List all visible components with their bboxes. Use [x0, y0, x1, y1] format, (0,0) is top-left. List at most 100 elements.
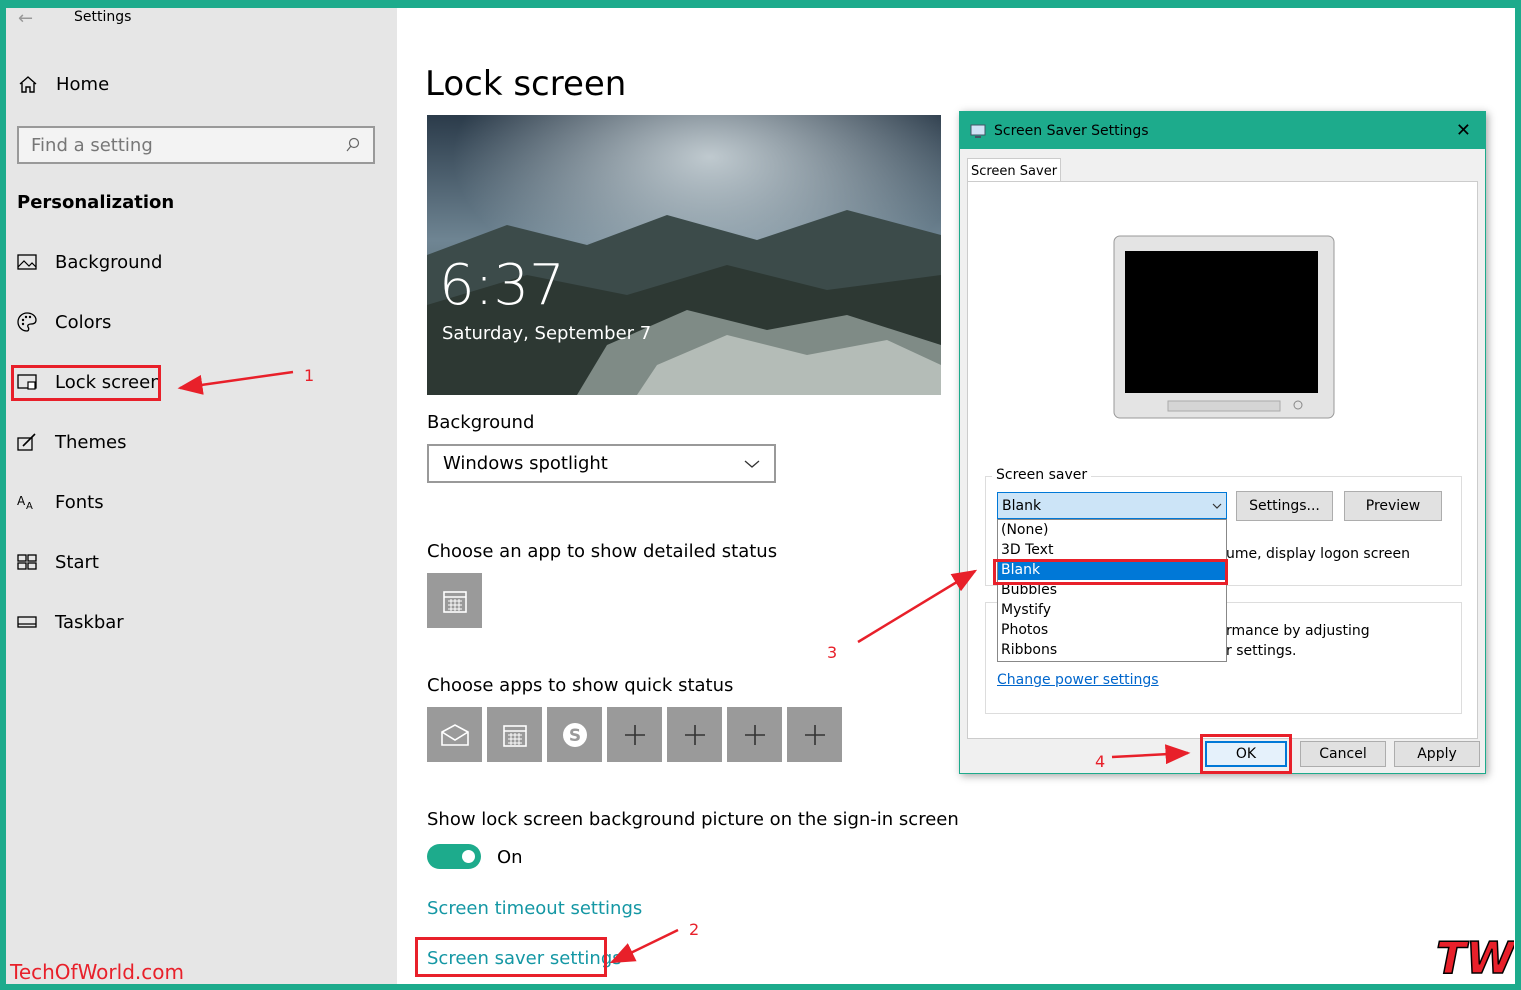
logo-text: TW: [1436, 933, 1514, 979]
plus-icon: [804, 724, 825, 745]
step-2-number: 2: [689, 920, 700, 939]
screen-saver-options-list: (None) 3D Text Blank Bubbles Mystify Pho…: [997, 519, 1227, 662]
preview-button[interactable]: Preview: [1344, 491, 1442, 521]
chevron-down-icon: [744, 460, 760, 468]
skype-icon: S: [562, 722, 587, 747]
screen-timeout-link[interactable]: Screen timeout settings: [427, 898, 642, 919]
sidebar-item-taskbar[interactable]: Taskbar: [17, 607, 124, 637]
search-box[interactable]: [17, 126, 375, 164]
quick-status-skype-tile[interactable]: S: [547, 707, 602, 762]
chevron-down-icon: [1212, 503, 1222, 509]
sidebar-item-start[interactable]: Start: [17, 547, 99, 577]
power-text-1: rmance by adjusting: [1226, 623, 1370, 639]
mail-icon: [440, 723, 469, 746]
sidebar-item-fonts[interactable]: AA Fonts: [17, 487, 104, 517]
screen-saver-selected-value: Blank: [1002, 497, 1042, 514]
screen-saver-app-icon: [970, 124, 986, 138]
svg-text:A: A: [26, 501, 33, 512]
preview-date: Saturday, September 7: [442, 323, 652, 344]
screen-saver-group-label: Screen saver: [992, 467, 1092, 483]
palette-icon: [17, 312, 37, 332]
search-input[interactable]: [31, 134, 345, 156]
taskbar-icon: [17, 616, 37, 628]
quick-status-add-tile[interactable]: [607, 707, 662, 762]
arrow-3: [857, 569, 978, 644]
option-none[interactable]: (None): [998, 520, 1226, 540]
svg-text:S: S: [568, 726, 580, 746]
start-icon: [17, 554, 37, 570]
section-title: Personalization: [17, 192, 175, 213]
tw-logo: TW: [1435, 933, 1514, 979]
sidebar-item-label: Taskbar: [55, 611, 124, 633]
lock-screen-preview: 6:37 Saturday, September 7: [427, 115, 941, 395]
quick-status-mail-tile[interactable]: [427, 707, 482, 762]
lock-screen-highlight-box: [11, 365, 161, 401]
plus-icon: [624, 724, 645, 745]
quick-status-label: Choose apps to show quick status: [427, 675, 734, 696]
blank-option-highlight-box: [993, 559, 1228, 585]
option-3d-text[interactable]: 3D Text: [998, 540, 1226, 560]
sidebar-item-colors[interactable]: Colors: [17, 307, 111, 337]
font-icon: AA: [17, 494, 33, 512]
brush-icon: [17, 433, 36, 451]
sidebar-item-label: Colors: [55, 311, 112, 333]
preview-time: 6:37: [439, 253, 565, 318]
sidebar-item-label: Background: [55, 251, 163, 273]
home-icon: [19, 75, 37, 93]
calendar-icon: [502, 724, 527, 747]
signin-background-toggle[interactable]: [427, 844, 481, 869]
calendar-icon: [442, 590, 467, 613]
quick-status-add-tile[interactable]: [667, 707, 722, 762]
sidebar-item-label: Themes: [55, 431, 127, 453]
quick-status-calendar-tile[interactable]: [487, 707, 542, 762]
page-title: Lock screen: [425, 64, 627, 104]
sidebar-item-background[interactable]: Background: [17, 247, 162, 277]
detailed-status-calendar-tile[interactable]: [427, 573, 482, 628]
dialog-titlebar[interactable]: Screen Saver Settings ✕: [960, 112, 1485, 149]
apply-button[interactable]: Apply: [1394, 741, 1480, 767]
toggle-knob: [462, 850, 475, 863]
screen-saver-select[interactable]: Blank: [997, 492, 1227, 519]
search-icon[interactable]: [345, 137, 361, 153]
signin-label: Show lock screen background picture on t…: [427, 809, 959, 830]
app-title: Settings: [74, 9, 132, 25]
plus-icon: [744, 724, 765, 745]
sidebar-item-themes[interactable]: Themes: [17, 427, 126, 457]
monitor-preview-icon: [1113, 235, 1335, 419]
back-arrow-icon[interactable]: ←: [18, 8, 33, 29]
image-icon: [17, 254, 37, 270]
background-value: Windows spotlight: [443, 453, 608, 474]
tab-screen-saver[interactable]: Screen Saver: [967, 158, 1061, 183]
option-ribbons[interactable]: Ribbons: [998, 640, 1226, 660]
quick-status-add-tile[interactable]: [787, 707, 842, 762]
detailed-status-label: Choose an app to show detailed status: [427, 541, 778, 562]
background-label: Background: [427, 412, 535, 433]
option-mystify[interactable]: Mystify: [998, 600, 1226, 620]
home-label: Home: [56, 74, 110, 95]
dialog-title: Screen Saver Settings: [994, 122, 1149, 139]
resume-text: ume, display logon screen: [1226, 546, 1410, 562]
step-4-number: 4: [1095, 752, 1106, 771]
settings-button[interactable]: Settings...: [1236, 491, 1333, 521]
home-nav[interactable]: Home: [18, 74, 109, 95]
settings-sidebar: ← Settings Home Personalization Backgrou…: [6, 8, 397, 984]
step-3-number: 3: [827, 643, 838, 662]
watermark: TechOfWorld.com: [10, 960, 184, 984]
arrow-2: [609, 928, 679, 964]
screen-saver-dialog: Screen Saver Settings ✕ Screen Saver Scr…: [959, 111, 1486, 774]
screen-saver-link-highlight-box: [415, 937, 607, 977]
cancel-button[interactable]: Cancel: [1300, 741, 1386, 767]
plus-icon: [684, 724, 705, 745]
background-dropdown[interactable]: Windows spotlight: [427, 444, 776, 483]
toggle-state-label: On: [497, 847, 523, 868]
power-text-2: r settings.: [1226, 643, 1297, 659]
change-power-settings-link[interactable]: Change power settings: [997, 672, 1159, 688]
close-icon[interactable]: ✕: [1456, 120, 1471, 141]
step-1-number: 1: [304, 366, 315, 385]
svg-text:A: A: [17, 494, 26, 508]
option-photos[interactable]: Photos: [998, 620, 1226, 640]
ok-button-highlight-box: [1200, 734, 1292, 774]
quick-status-add-tile[interactable]: [727, 707, 782, 762]
sidebar-item-label: Start: [55, 551, 99, 573]
sidebar-item-label: Fonts: [55, 491, 104, 513]
